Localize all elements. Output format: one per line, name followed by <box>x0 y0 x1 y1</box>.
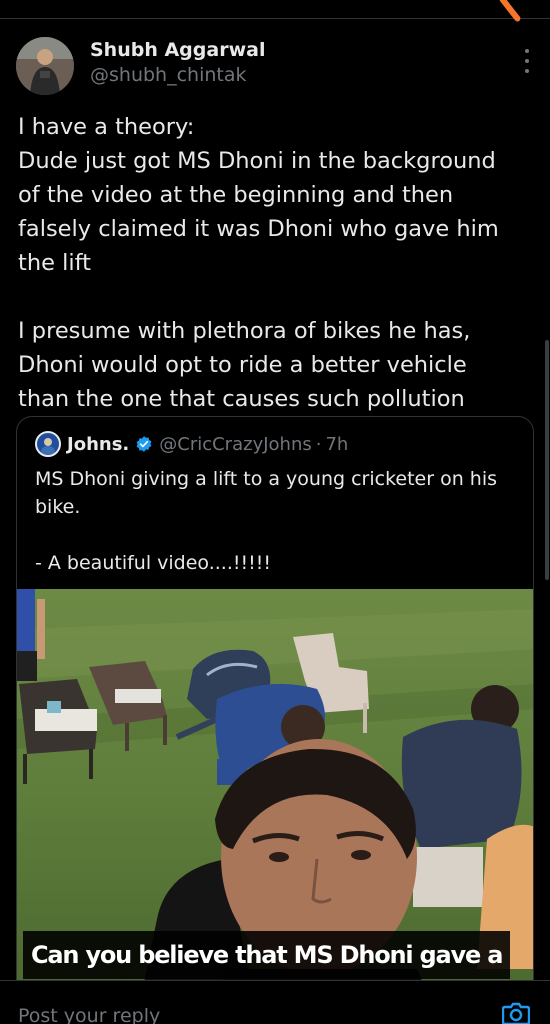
author-display-name[interactable]: Shubh Aggarwal <box>90 39 265 61</box>
tweet-line: Dhoni would opt to ride a better vehicle <box>18 352 467 378</box>
tweet-text: I have a theory: Dude just got MS Dhoni … <box>18 110 538 416</box>
quoted-author-name[interactable]: Johns. <box>67 434 129 455</box>
tweet-line: of the video at the beginning and then <box>18 182 454 208</box>
camera-icon[interactable] <box>502 1001 530 1024</box>
quoted-tweet-time[interactable]: 7h <box>325 434 348 455</box>
quoted-author-avatar[interactable] <box>35 431 61 457</box>
tweet-line: Dude just got MS Dhoni in the background <box>18 148 496 174</box>
author-avatar[interactable] <box>16 37 74 95</box>
tweet-line: I presume with plethora of bikes he has, <box>18 318 471 344</box>
scrollbar[interactable] <box>545 340 549 580</box>
quoted-author-handle[interactable]: @CricCrazyJohns <box>159 434 311 455</box>
separator-dot: · <box>315 433 322 455</box>
quoted-line: - A beautiful video....!!!!! <box>35 552 271 574</box>
corner-indicator <box>498 0 522 23</box>
quoted-tweet-card[interactable]: Johns. @CricCrazyJohns · 7h MS Dhoni giv… <box>16 416 534 1016</box>
tweet-line: than the one that causes such pollution <box>18 386 465 412</box>
quoted-tweet-header: Johns. @CricCrazyJohns · 7h <box>35 431 348 457</box>
reply-input[interactable]: Post your reply <box>18 1005 160 1024</box>
top-divider <box>0 18 550 19</box>
video-caption: Can you believe that MS Dhoni gave a <box>23 931 511 979</box>
video-player[interactable]: Can you believe that MS Dhoni gave a <box>17 589 533 1015</box>
quoted-line-blank <box>35 521 515 549</box>
quoted-line: MS Dhoni giving a lift to a young cricke… <box>35 468 498 490</box>
tweet-header: Shubh Aggarwal @shubh_chintak <box>16 37 536 95</box>
tweet-line: the lift <box>18 250 91 276</box>
reply-bar: Post your reply <box>0 980 550 1024</box>
tweet-line: I have a theory: <box>18 114 195 140</box>
verified-badge-icon <box>136 436 152 452</box>
quoted-tweet-text: MS Dhoni giving a lift to a young cricke… <box>35 465 515 577</box>
author-handle[interactable]: @shubh_chintak <box>90 64 247 86</box>
tweet-line-blank <box>18 280 538 314</box>
tweet-line: falsely claimed it was Dhoni who gave hi… <box>18 216 499 242</box>
more-vertical-icon[interactable] <box>522 49 532 73</box>
quoted-line: bike. <box>35 496 81 518</box>
